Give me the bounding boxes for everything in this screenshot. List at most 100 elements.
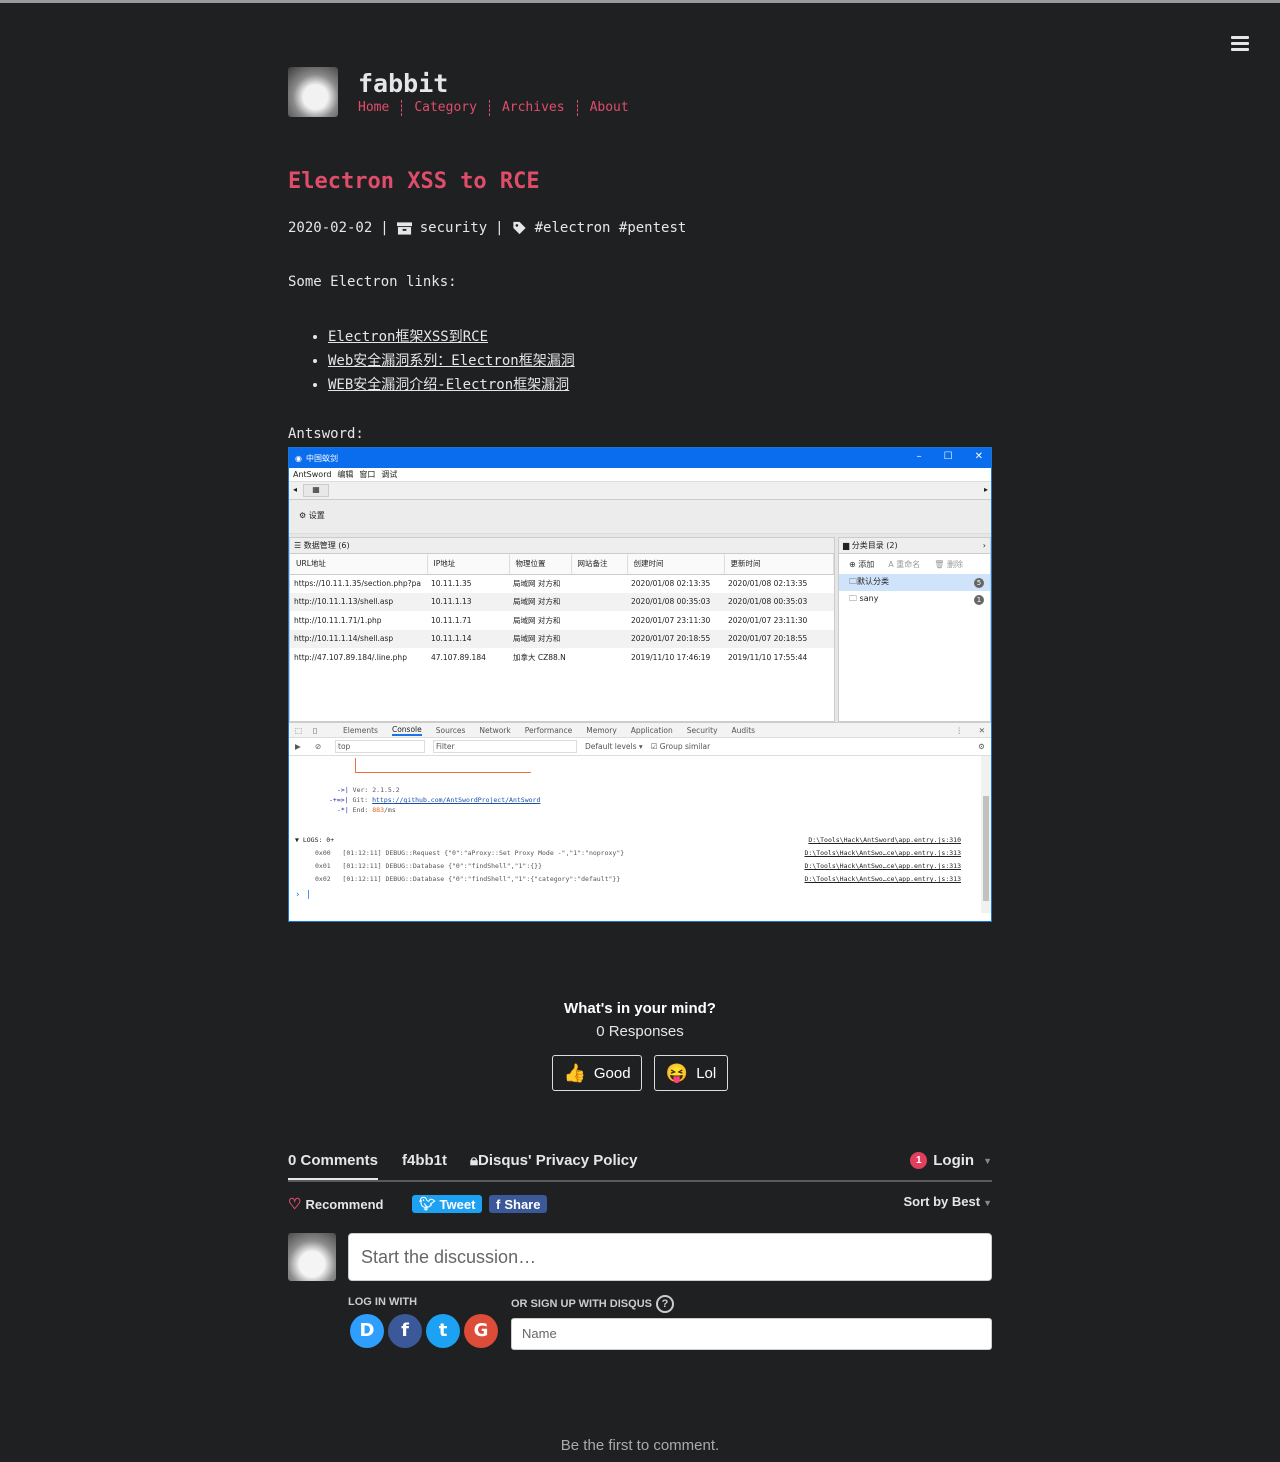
grid-icon[interactable]: ▦: [303, 484, 329, 497]
nav-about[interactable]: About: [578, 100, 641, 116]
data-panel-title: ☰ 数据管理 (6): [290, 538, 834, 554]
comment-input[interactable]: Start the discussion…: [348, 1233, 992, 1281]
table-row[interactable]: https://10.11.1.35/section.php?pa 10.11.1…: [290, 574, 834, 593]
login-with-label: LOG IN WITH: [348, 1296, 418, 1308]
table-row[interactable]: http://47.107.89.184/.line.php 47.107.89.…: [290, 648, 834, 667]
maximize-icon[interactable]: ☐: [944, 451, 953, 462]
close-devtools-icon[interactable]: ✕: [979, 726, 985, 735]
notification-badge: 1: [910, 1152, 928, 1169]
col-created[interactable]: 创建时间: [627, 554, 725, 575]
tab-elements[interactable]: Elements: [343, 726, 378, 735]
console-prompt[interactable]: › |: [295, 890, 311, 900]
log-levels-select[interactable]: Default levels ▾: [585, 742, 643, 751]
google-login-icon[interactable]: G: [464, 1314, 498, 1348]
reaction-good-button[interactable]: 👍 Good: [552, 1055, 642, 1091]
tab-console[interactable]: Console: [391, 725, 422, 736]
col-ip[interactable]: IP地址: [427, 554, 510, 575]
col-location[interactable]: 物理位置: [509, 554, 572, 575]
add-category-button[interactable]: ⊕ 添加: [849, 559, 874, 570]
group-similar-checkbox[interactable]: ☑ Group similar: [651, 742, 710, 751]
category-item[interactable]: 🗀 sany 1: [839, 591, 990, 608]
console-scrollbar[interactable]: [981, 756, 991, 913]
tab-memory[interactable]: Memory: [586, 726, 617, 735]
log-source-link[interactable]: D:\Tools\Hack\AntSwo…ce\app.entry.js:313: [804, 849, 961, 857]
more-icon[interactable]: ⋮: [956, 726, 964, 735]
console-ver: ->| Ver: 2.1.5.2: [337, 786, 400, 794]
tweet-button[interactable]: 🐦︎ Tweet: [412, 1195, 483, 1213]
tab-security[interactable]: Security: [687, 726, 718, 735]
sort-menu[interactable]: Sort by Best ▼: [904, 1194, 993, 1209]
menu-window[interactable]: 窗口: [359, 469, 375, 480]
help-icon[interactable]: ?: [655, 1295, 674, 1313]
log-source-link[interactable]: D:\Tools\Hack\AntSwo…ce\app.entry.js:313: [804, 862, 961, 870]
console-output: ->| Ver: 2.1.5.2 -+=>| Git: https://gith…: [289, 756, 991, 913]
main-nav: Home Category Archives About: [358, 100, 641, 116]
console-filter-input[interactable]: Filter: [433, 740, 577, 753]
avatar: [288, 1233, 336, 1281]
post-tags[interactable]: #electron #pentest: [535, 220, 687, 236]
share-button[interactable]: f Share: [489, 1195, 548, 1213]
log-source-link[interactable]: D:\Tools\Hack\AntSwo…ce\app.entry.js:313: [804, 875, 961, 883]
recommend-button[interactable]: ♡ Recommend: [288, 1195, 383, 1213]
tab-application[interactable]: Application: [631, 726, 673, 735]
col-updated[interactable]: 更新时间: [724, 554, 834, 575]
login-menu[interactable]: 1 Login ▼: [910, 1152, 992, 1169]
antsword-screenshot: ◉ 中国蚁剑 – ☐ ✕ AntSword 编辑 窗口 调试 ◂ ▦ ▸ ⚙ 设…: [288, 447, 992, 922]
clear-console-icon[interactable]: ⊘: [315, 742, 321, 751]
tab-community[interactable]: f4bb1t: [402, 1152, 447, 1169]
console-settings-icon[interactable]: ⚙: [978, 742, 985, 751]
context-select[interactable]: top: [335, 740, 425, 753]
chevron-right-icon[interactable]: ›: [983, 538, 986, 554]
device-icon[interactable]: ▯: [313, 726, 317, 735]
rename-category-button[interactable]: A 重命名: [888, 559, 920, 570]
twitter-login-icon[interactable]: t: [426, 1314, 460, 1348]
name-input[interactable]: Name: [511, 1318, 992, 1350]
list-icon: ☰: [294, 541, 304, 550]
nav-home[interactable]: Home: [358, 100, 403, 116]
post-category[interactable]: security: [420, 220, 487, 236]
col-note[interactable]: 网站备注: [571, 554, 628, 575]
nav-archives[interactable]: Archives: [490, 100, 578, 116]
hamburger-menu-icon[interactable]: [1231, 36, 1249, 52]
site-logo[interactable]: [288, 67, 338, 117]
close-icon[interactable]: ✕: [975, 451, 983, 462]
link-electron-xss-rce[interactable]: Electron框架XSS到RCE: [328, 329, 488, 345]
reaction-lol-button[interactable]: 😝 Lol: [654, 1055, 728, 1091]
disqus-login-icon[interactable]: D: [350, 1314, 384, 1348]
scroll-left-icon[interactable]: ◂: [293, 485, 297, 494]
reactions-count: 0 Responses: [596, 1023, 684, 1040]
menu-antsword[interactable]: AntSword: [293, 470, 331, 479]
chevron-down-icon: ▼: [983, 1155, 992, 1166]
sidebar-toggle-icon[interactable]: ▶: [295, 742, 301, 751]
tab-comments[interactable]: 0 Comments: [288, 1152, 379, 1180]
category-item[interactable]: 🗀默认分类 5: [839, 574, 990, 591]
antsword-label: Antsword:: [288, 426, 364, 442]
menu-debug[interactable]: 调试: [381, 469, 397, 480]
tab-performance[interactable]: Performance: [525, 726, 573, 735]
settings-button[interactable]: 设置: [309, 511, 325, 520]
settings-icon: ⚙: [299, 511, 307, 520]
inspect-icon[interactable]: ⬚: [295, 726, 302, 735]
scroll-right-icon[interactable]: ▸: [984, 485, 988, 494]
console-git: -+=>| Git: https://github.com/AntSwordPr…: [329, 796, 541, 804]
tab-network[interactable]: Network: [479, 726, 510, 735]
link-web-vuln-intro[interactable]: WEB安全漏洞介绍-Electron框架漏洞: [328, 377, 569, 393]
site-title[interactable]: fabbit: [358, 69, 448, 98]
minimize-icon[interactable]: –: [917, 451, 922, 462]
logs-source-link[interactable]: D:\Tools\Hack\AntSword\app.entry.js:310: [808, 836, 961, 844]
facebook-login-icon[interactable]: f: [388, 1314, 422, 1348]
table-row[interactable]: http://10.11.1.71/1.php 10.11.1.71 局域网 对方和…: [290, 611, 834, 630]
tab-sources[interactable]: Sources: [436, 726, 466, 735]
col-url[interactable]: URL地址: [290, 554, 428, 575]
link-web-vuln-series[interactable]: Web安全漏洞系列：Electron框架漏洞: [328, 353, 575, 369]
privacy-policy-link[interactable]: 🔒︎Disqus' Privacy Policy: [470, 1152, 637, 1169]
table-row[interactable]: http://10.11.1.14/shell.asp 10.11.1.14 局域网…: [290, 629, 834, 648]
twitter-icon: 🐦︎: [419, 1196, 436, 1211]
console-filter-bar: ▶ ⊘ top Filter Default levels ▾ ☑ Group …: [289, 738, 991, 756]
menu-edit[interactable]: 编辑: [337, 469, 353, 480]
logs-group[interactable]: ▼ LOGS: 0+: [295, 836, 334, 844]
table-row[interactable]: http://10.11.1.13/shell.asp 10.11.1.13 局域网…: [290, 592, 834, 611]
nav-category[interactable]: Category: [402, 100, 490, 116]
delete-category-button[interactable]: 🗑 删除: [934, 559, 963, 570]
tab-audits[interactable]: Audits: [732, 726, 756, 735]
